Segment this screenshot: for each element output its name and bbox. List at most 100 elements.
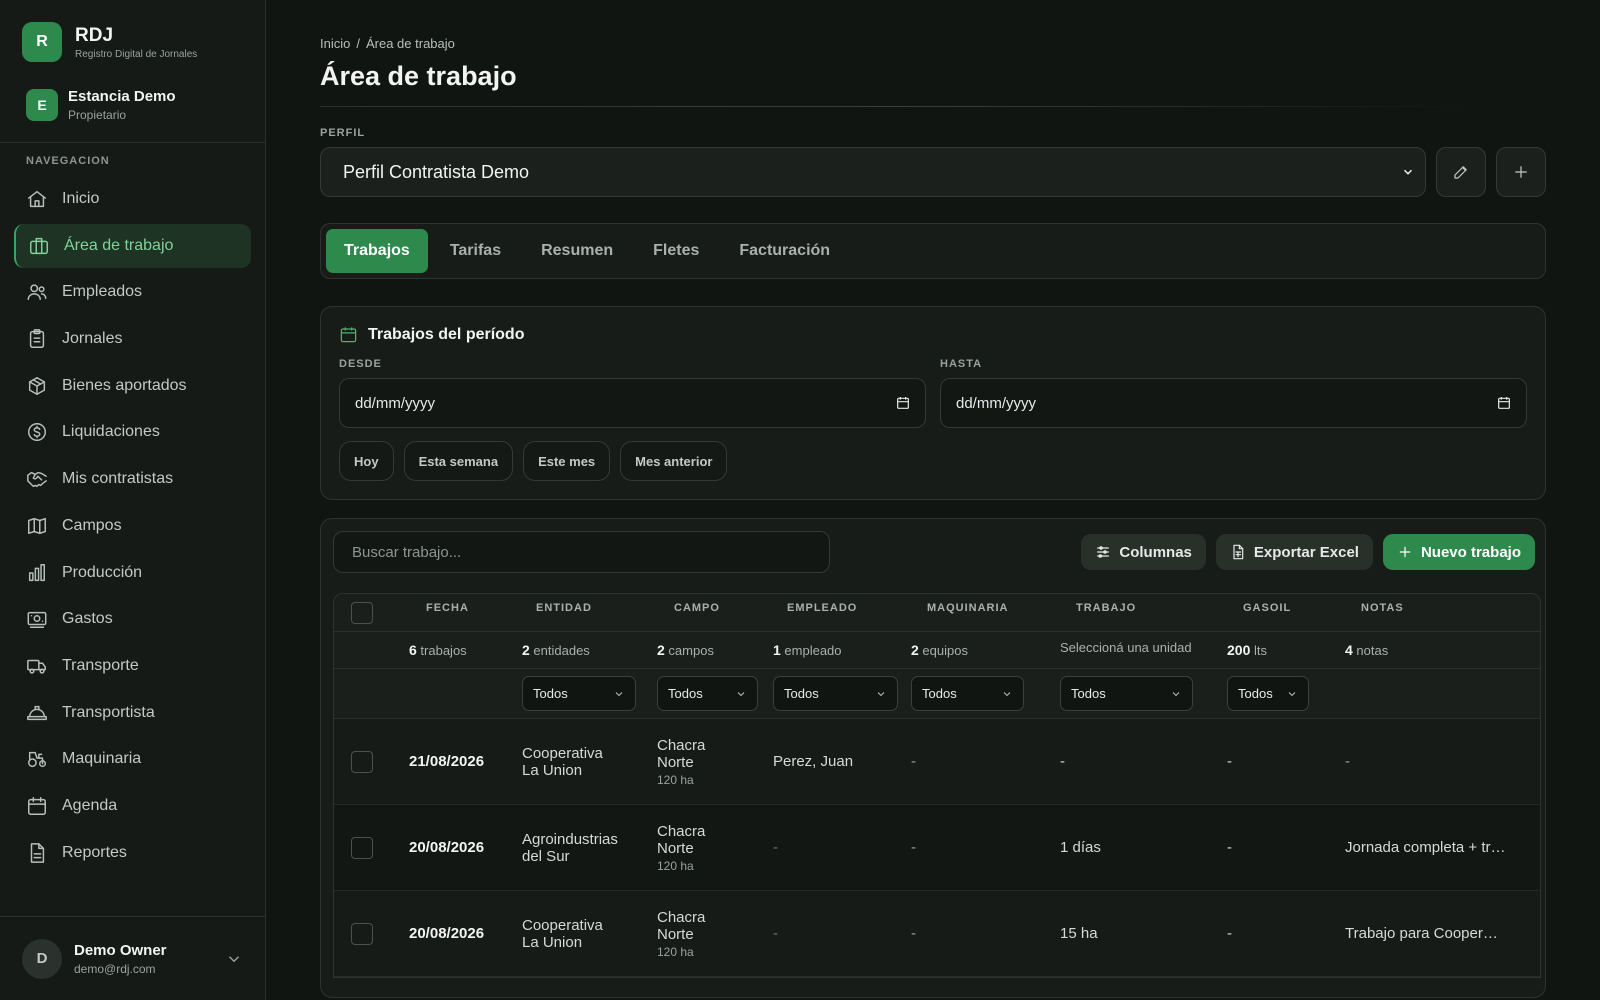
sidebar-item-transportista[interactable]: Transportista	[14, 691, 251, 735]
from-date-input[interactable]: dd/mm/yyyy	[339, 378, 926, 428]
brand-subtitle: Registro Digital de Jornales	[75, 48, 198, 60]
summary-gasoil: 200 lts	[1227, 642, 1267, 658]
package-icon	[28, 376, 46, 395]
sidebar-item-inicio[interactable]: Inicio	[14, 177, 251, 221]
summary-entidad: 2 entidades	[522, 642, 590, 658]
filter-maquinaria-select[interactable]: Todos	[911, 676, 1024, 711]
cell-campo: Chacra Norte 120 ha	[657, 822, 706, 873]
table-row[interactable]: 21/08/2026 Cooperativa La Union Chacra Nor…	[334, 719, 1540, 805]
quick-this-week-button[interactable]: Esta semana	[403, 441, 514, 481]
chevron-down-icon[interactable]	[225, 950, 243, 968]
spreadsheet-icon	[1233, 544, 1244, 560]
sidebar-item-bienes-aportados[interactable]: Bienes aportados	[14, 364, 251, 408]
summary-campo: 2 campos	[657, 642, 714, 658]
summary-fecha: 6 trabajos	[409, 642, 467, 658]
sidebar-item-empleados[interactable]: Empleados	[14, 270, 251, 314]
row-checkbox[interactable]	[351, 750, 373, 773]
map-icon	[28, 517, 46, 534]
col-header-notas[interactable]: NOTAS	[1345, 602, 1540, 614]
col-header-maquinaria[interactable]: MAQUINARIA	[911, 602, 1060, 614]
to-date-input[interactable]: dd/mm/yyyy	[940, 378, 1527, 428]
tab-facturacion[interactable]: Facturación	[721, 229, 848, 273]
export-excel-button[interactable]: Exportar Excel	[1215, 534, 1373, 570]
col-header-trabajo[interactable]: TRABAJO	[1060, 602, 1227, 614]
col-header-campo[interactable]: CAMPO	[657, 602, 773, 614]
profile-select[interactable]: Perfil Contratista Demo	[320, 147, 1426, 197]
avatar: D	[22, 938, 62, 979]
cell-gasoil: -	[1227, 925, 1232, 942]
edit-profile-button[interactable]	[1436, 147, 1486, 197]
file-text-icon	[30, 842, 45, 863]
col-header-gasoil[interactable]: GASOIL	[1227, 602, 1345, 614]
filter-campo-select[interactable]: Todos	[657, 676, 758, 711]
select-all-checkbox[interactable]	[351, 602, 373, 624]
table-header-row: FECHA ENTIDAD CAMPO EMPLEADO MAQUINARIA …	[334, 594, 1540, 632]
cell-notas: Trabajo para Cooper…	[1345, 925, 1498, 942]
sidebar-item-mis-contratistas[interactable]: Mis contratistas	[14, 457, 251, 501]
col-header-entidad[interactable]: ENTIDAD	[522, 602, 657, 614]
user-email: demo@rdj.com	[74, 961, 156, 976]
col-header-fecha[interactable]: FECHA	[409, 602, 522, 614]
jobs-table-card: Buscar trabajo... Columnas Exportar Exce…	[320, 518, 1546, 998]
sidebar-item-area-de-trabajo[interactable]: Área de trabajo	[14, 223, 251, 268]
sidebar-item-gastos[interactable]: Gastos	[14, 597, 251, 641]
cell-gasoil: -	[1227, 839, 1232, 856]
breadcrumb-separator: /	[356, 36, 360, 51]
export-button-label: Exportar Excel	[1253, 543, 1359, 561]
sidebar-item-campos[interactable]: Campos	[14, 504, 251, 548]
sidebar-item-label: Transportista	[62, 703, 155, 721]
chevron-down-icon	[737, 691, 745, 696]
cell-fecha: 20/08/2026	[409, 839, 485, 856]
sliders-icon	[1097, 546, 1110, 558]
cell-trabajo: -	[1060, 753, 1065, 770]
user-menu[interactable]: D Demo Owner demo@rdj.com	[0, 916, 265, 1000]
quick-today-button[interactable]: Hoy	[339, 441, 394, 481]
sidebar-item-agenda[interactable]: Agenda	[14, 784, 251, 828]
table-row[interactable]: 20/08/2026 Cooperativa La Union Chacra Nor…	[334, 891, 1540, 977]
row-checkbox[interactable]	[351, 836, 373, 859]
quick-last-month-button[interactable]: Mes anterior	[620, 441, 728, 481]
filter-empleado-select[interactable]: Todos	[773, 676, 898, 711]
page-title: Área de trabajo	[320, 61, 517, 91]
sidebar-item-label: Jornales	[62, 330, 123, 348]
sidebar-item-label: Producción	[62, 563, 143, 581]
cell-fecha: 21/08/2026	[409, 753, 485, 770]
from-label: DESDE	[339, 358, 382, 370]
table-row[interactable]: 20/08/2026 Agroindustrias del Sur Chacra N…	[334, 805, 1540, 891]
filter-entidad-select[interactable]: Todos	[522, 676, 636, 711]
quick-range-buttons: Hoy Esta semana Este mes Mes anterior	[339, 441, 1527, 481]
row-checkbox[interactable]	[351, 922, 373, 945]
org-switcher[interactable]: E Estancia Demo Propietario	[0, 80, 265, 143]
search-input[interactable]: Buscar trabajo...	[333, 531, 830, 573]
clipboard-icon	[29, 329, 45, 349]
sidebar-item-liquidaciones[interactable]: Liquidaciones	[14, 410, 251, 454]
tab-fletes[interactable]: Fletes	[635, 229, 717, 273]
briefcase-icon	[30, 237, 48, 254]
bar-chart-icon	[28, 563, 45, 581]
sidebar-item-label: Bienes aportados	[62, 376, 187, 394]
sidebar-item-jornales[interactable]: Jornales	[14, 317, 251, 361]
cell-maquinaria: -	[911, 839, 916, 856]
quick-this-month-button[interactable]: Este mes	[523, 441, 611, 481]
tractor-icon	[28, 752, 46, 768]
calendar-picker-icon[interactable]	[1496, 395, 1512, 411]
breadcrumb-home[interactable]: Inicio	[320, 36, 350, 51]
brand-name: RDJ	[75, 24, 114, 46]
tab-tarifas[interactable]: Tarifas	[432, 229, 519, 273]
profile-label: PERFIL	[320, 127, 366, 139]
calendar-picker-icon[interactable]	[895, 395, 911, 411]
columns-button[interactable]: Columnas	[1081, 534, 1206, 570]
new-job-button[interactable]: Nuevo trabajo	[1382, 534, 1535, 570]
tab-trabajos[interactable]: Trabajos	[326, 229, 428, 273]
cell-trabajo: 1 días	[1060, 839, 1101, 856]
sidebar-item-maquinaria[interactable]: Maquinaria	[14, 737, 251, 781]
tab-resumen[interactable]: Resumen	[523, 229, 631, 273]
col-header-empleado[interactable]: EMPLEADO	[773, 602, 911, 614]
filter-trabajo-select[interactable]: Todos	[1060, 676, 1193, 711]
sidebar-item-label: Área de trabajo	[64, 236, 174, 254]
add-profile-button[interactable]	[1496, 147, 1546, 197]
sidebar-item-produccion[interactable]: Producción	[14, 551, 251, 595]
sidebar-item-transporte[interactable]: Transporte	[14, 644, 251, 688]
sidebar-item-reportes[interactable]: Reportes	[14, 831, 251, 875]
filter-gasoil-select[interactable]: Todos	[1227, 676, 1309, 711]
